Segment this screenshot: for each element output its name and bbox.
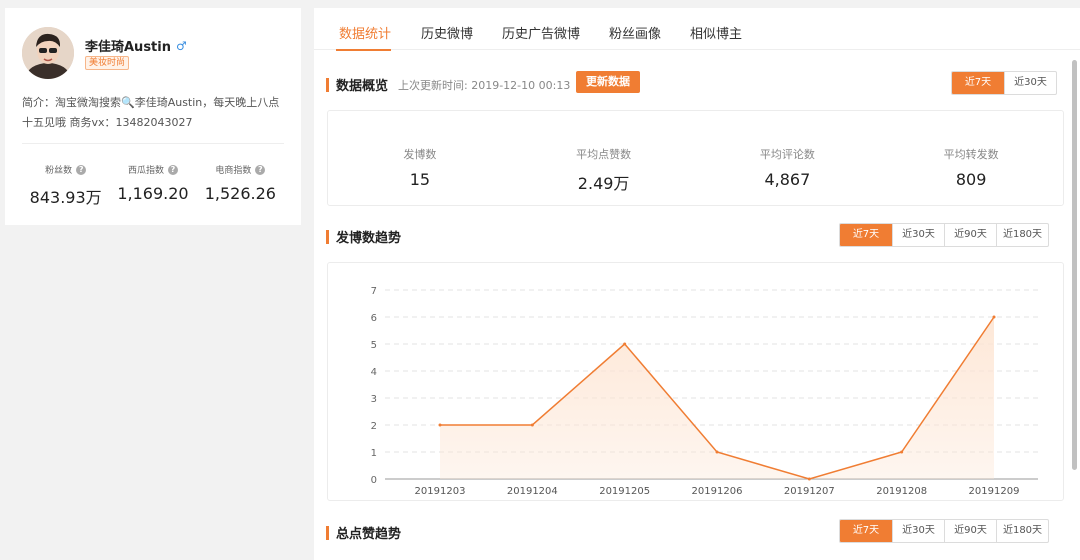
range-90d[interactable]: 近90天: [944, 520, 996, 542]
avatar[interactable]: [22, 27, 74, 79]
stat-label: 粉丝数: [45, 166, 73, 176]
x-tick-label: 20191205: [599, 486, 650, 497]
stat-label: 西瓜指数: [127, 166, 164, 176]
male-icon: ♂: [175, 38, 187, 53]
y-tick-label: 4: [371, 367, 377, 378]
metric-label: 平均点赞数: [576, 148, 632, 161]
range-180d[interactable]: 近180天: [996, 520, 1048, 542]
post-trend-chart-svg: 0 1 2 3 4 5 6 7 20191203 20191204 20191205 20191206…: [371, 286, 1038, 497]
range-90d[interactable]: 近90天: [944, 224, 996, 246]
tab-history-weibo[interactable]: 历史微博: [421, 23, 473, 42]
data-point: [438, 423, 442, 427]
metric-avg-likes: 平均点赞数 2.49万: [512, 111, 696, 205]
stat-value: 1,169.20: [117, 184, 189, 203]
tab-fan-profile[interactable]: 粉丝画像: [609, 23, 661, 42]
tab-data-stats[interactable]: 数据统计: [339, 23, 391, 42]
stat-ecommerce-index: 电商指数? 1,526.26: [197, 163, 284, 208]
main-panel: 数据统计 历史微博 历史广告微博 粉丝画像 相似博主 数据概览 上次更新时间: …: [314, 8, 1080, 560]
metric-label: 平均评论数: [759, 148, 815, 161]
data-point: [900, 450, 904, 454]
profile-bio: 简介：淘宝微淘搜索🔍李佳琦Austin，每天晚上八点 十五见哦 商务vx：134…: [22, 93, 294, 133]
metric-value: 4,867: [764, 170, 811, 189]
stat-xigua-index: 西瓜指数? 1,169.20: [109, 163, 196, 208]
x-tick-label: 20191203: [415, 486, 466, 497]
tab-history-ad-weibo[interactable]: 历史广告微博: [502, 23, 580, 42]
post-trend-title: 发博数趋势: [326, 227, 401, 246]
stat-label: 电商指数: [215, 166, 252, 176]
last-updated: 上次更新时间: 2019-12-10 00:13: [398, 79, 571, 92]
section-title-text: 发博数趋势: [336, 231, 402, 246]
overview-metrics: 发博数 15 平均点赞数 2.49万 平均评论数 4,867 平均转发数 809: [327, 110, 1064, 206]
data-point: [807, 477, 811, 481]
metric-avg-comments: 平均评论数 4,867: [696, 111, 880, 205]
tab-similar-bloggers[interactable]: 相似博主: [690, 23, 742, 42]
y-tick-label: 0: [371, 475, 377, 486]
metric-value: 809: [955, 170, 987, 189]
y-tick-label: 1: [371, 448, 377, 459]
y-tick-label: 3: [371, 394, 377, 405]
refresh-data-button[interactable]: 更新数据: [576, 71, 640, 93]
x-tick-label: 20191204: [507, 486, 558, 497]
x-tick-label: 20191206: [692, 486, 743, 497]
tab-bar: 数据统计 历史微博 历史广告微博 粉丝画像 相似博主: [314, 8, 1080, 51]
range-180d[interactable]: 近180天: [996, 224, 1048, 246]
x-tick-label: 20191207: [784, 486, 835, 497]
metric-value: 15: [409, 170, 431, 189]
metric-value: 2.49万: [577, 174, 630, 193]
range-7d[interactable]: 近7天: [840, 520, 892, 542]
x-tick-label: 20191208: [876, 486, 927, 497]
y-tick-label: 2: [371, 421, 377, 432]
stat-fans: 粉丝数? 843.93万: [22, 163, 109, 208]
stat-value: 843.93万: [29, 188, 102, 207]
help-icon[interactable]: ?: [255, 164, 266, 175]
y-tick-label: 5: [371, 340, 377, 351]
overview-range-selector: 近7天 近30天: [951, 71, 1057, 95]
profile-stats: 粉丝数? 843.93万 西瓜指数? 1,169.20 电商指数? 1,526.…: [22, 163, 284, 208]
metric-label: 发博数: [403, 148, 437, 161]
overview-title: 数据概览: [326, 75, 388, 94]
post-trend-range-selector: 近7天 近30天 近90天 近180天: [839, 223, 1049, 247]
section-title-text: 总点赞趋势: [336, 527, 402, 542]
active-tab-indicator: [336, 49, 391, 51]
post-trend-chart: 0 1 2 3 4 5 6 7 20191203 20191204 20191205 20191206…: [327, 262, 1064, 501]
y-tick-label: 6: [371, 313, 377, 324]
scrollbar[interactable]: [1072, 60, 1077, 470]
profile-name-row: 李佳琦Austin ♂: [85, 36, 187, 56]
range-30d[interactable]: 近30天: [1004, 72, 1056, 94]
profile-card: 李佳琦Austin ♂ 美妆时尚 简介：淘宝微淘搜索🔍李佳琦Austin，每天晚…: [5, 8, 301, 225]
x-tick-label: 20191209: [969, 486, 1020, 497]
range-30d[interactable]: 近30天: [892, 520, 944, 542]
data-point: [623, 342, 627, 346]
y-tick-label: 7: [371, 286, 377, 297]
data-point: [992, 315, 996, 319]
range-7d[interactable]: 近7天: [952, 72, 1004, 94]
section-title-text: 数据概览: [336, 79, 389, 94]
metric-avg-reposts: 平均转发数 809: [879, 111, 1063, 205]
stat-value: 1,526.26: [204, 184, 276, 203]
metric-post-count: 发博数 15: [328, 111, 512, 205]
range-7d[interactable]: 近7天: [840, 224, 892, 246]
category-tag: 美妆时尚: [85, 56, 130, 70]
help-icon[interactable]: ?: [168, 164, 178, 175]
profile-name[interactable]: 李佳琦Austin: [85, 36, 171, 55]
likes-trend-range-selector: 近7天 近30天 近90天 近180天: [839, 519, 1049, 543]
help-icon[interactable]: ?: [76, 164, 87, 175]
likes-trend-title: 总点赞趋势: [326, 523, 401, 542]
data-point: [530, 423, 534, 427]
metric-label: 平均转发数: [943, 148, 999, 161]
data-point: [715, 450, 719, 454]
bio-line: 十五见哦 商务vx：13482043027: [22, 116, 193, 129]
range-30d[interactable]: 近30天: [892, 224, 944, 246]
bio-line: 简介：淘宝微淘搜索🔍李佳琦Austin，每天晚上八点: [22, 96, 280, 109]
divider: [22, 143, 284, 144]
